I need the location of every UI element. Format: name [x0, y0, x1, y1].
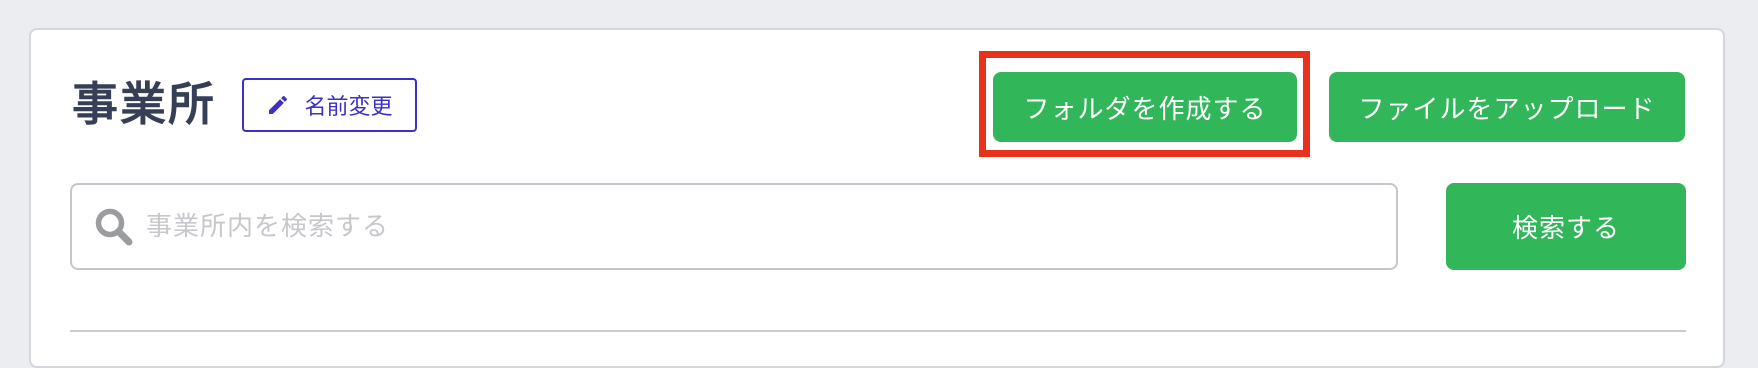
search-button[interactable]: 検索する	[1446, 183, 1686, 270]
pencil-icon	[266, 93, 290, 117]
highlight-box	[979, 51, 1310, 157]
search-field[interactable]	[70, 183, 1398, 270]
search-input[interactable]	[144, 210, 1396, 243]
rename-button[interactable]: 名前変更	[242, 78, 417, 132]
divider	[70, 330, 1686, 332]
page-title: 事業所	[72, 77, 216, 131]
rename-button-label: 名前変更	[304, 95, 393, 120]
upload-file-button[interactable]: ファイルをアップロード	[1329, 72, 1685, 142]
search-icon	[92, 205, 136, 249]
